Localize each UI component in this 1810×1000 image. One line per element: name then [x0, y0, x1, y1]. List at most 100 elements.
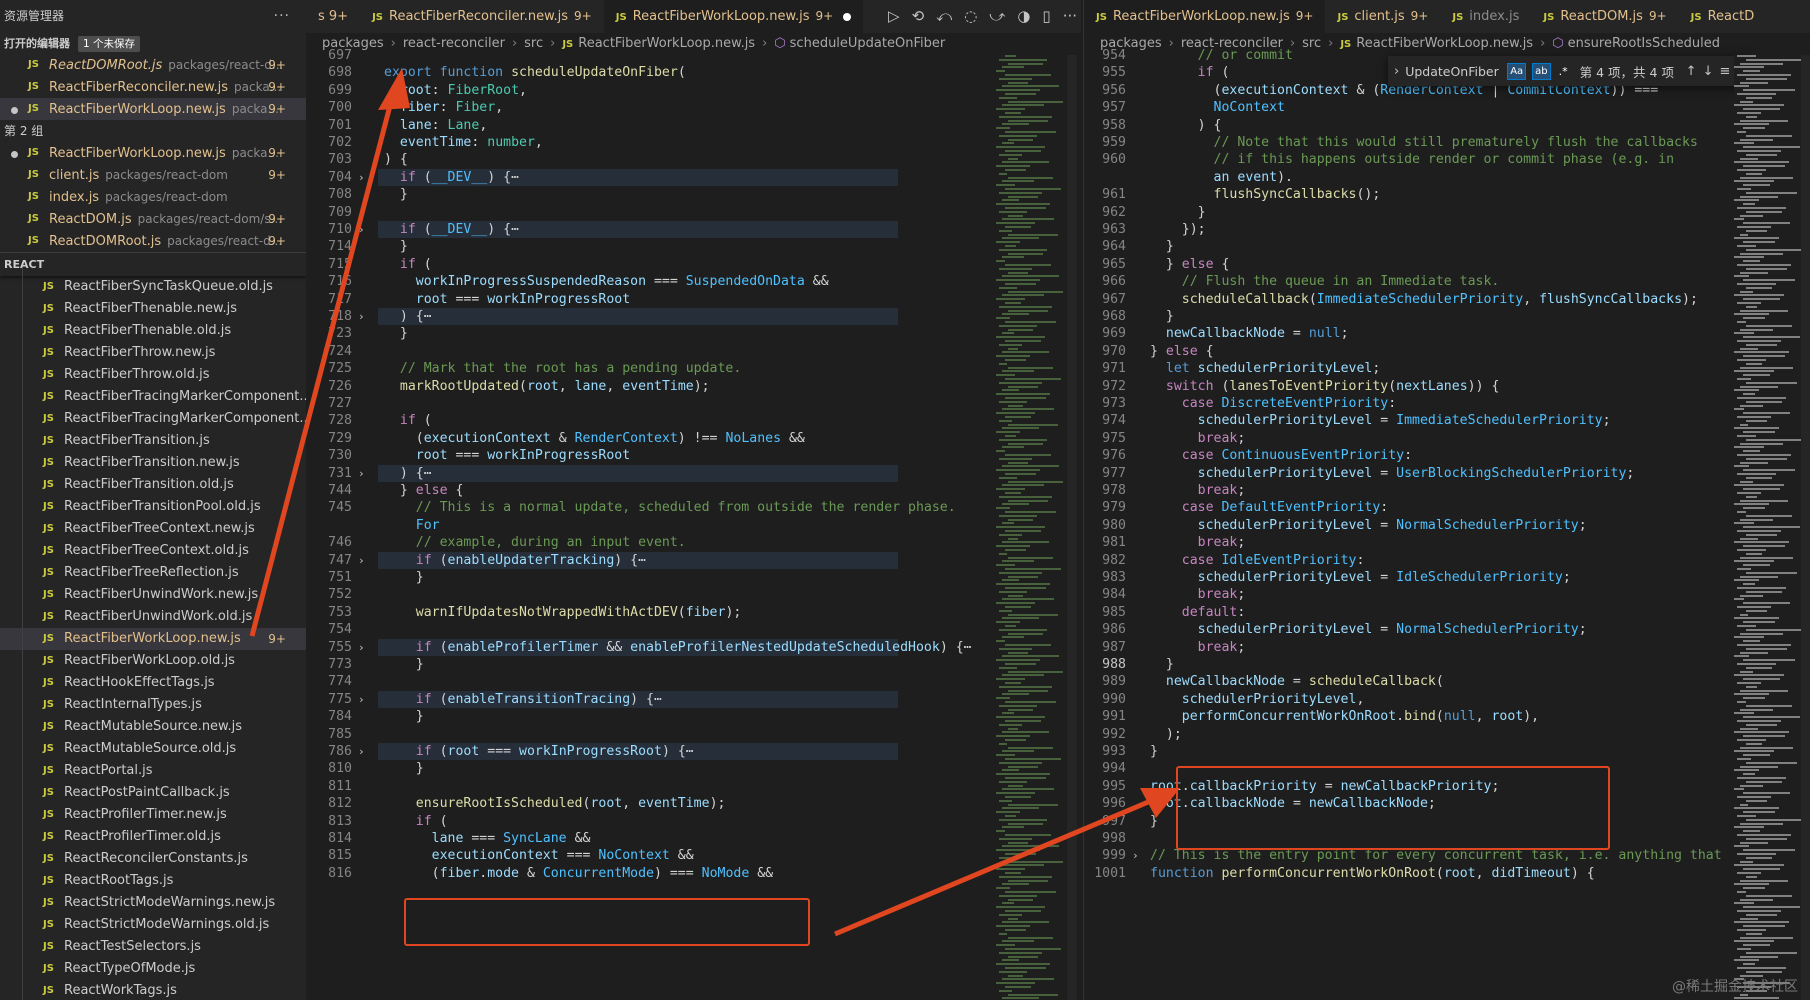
code-line[interactable]: 731 › ) {⋯: [306, 465, 1081, 482]
file-tree-item[interactable]: JS ReactProfilerTimer.old.js: [0, 826, 306, 848]
code-line[interactable]: 773 }: [306, 656, 1081, 673]
code-line[interactable]: 730 root === workInProgressRoot: [306, 447, 1081, 464]
code-line[interactable]: 969 newCallbackNode = null;: [1084, 325, 1810, 342]
code-line[interactable]: 980 schedulerPriorityLevel = NormalSched…: [1084, 517, 1810, 534]
code-line[interactable]: 991 performConcurrentWorkOnRoot.bind(nul…: [1084, 708, 1810, 725]
code-line[interactable]: 747 › if (enableUpdaterTracking) {⋯: [306, 552, 1081, 569]
file-tree-item[interactable]: JS ReactPortal.js: [0, 760, 306, 782]
open-editor-item[interactable]: JS ReactDOM.js packages/react-dom/s... 9+: [0, 208, 306, 230]
file-tree-item[interactable]: JS ReactFiberThenable.new.js: [0, 298, 306, 320]
code-line[interactable]: 985 default:: [1084, 604, 1810, 621]
code-line[interactable]: 723 }: [306, 325, 1081, 342]
file-tree-item[interactable]: JS ReactFiberSyncTaskQueue.old.js: [0, 276, 306, 298]
code-line[interactable]: 989 newCallbackNode = scheduleCallback(: [1084, 673, 1810, 690]
code-line[interactable]: 728 if (: [306, 412, 1081, 429]
open-editor-item[interactable]: JS ReactFiberWorkLoop.new.js packa... 9+: [0, 98, 306, 120]
match-case-toggle[interactable]: Aa: [1507, 62, 1527, 80]
file-tree-item[interactable]: JS ReactTestSelectors.js: [0, 936, 306, 958]
code-line[interactable]: 986 schedulerPriorityLevel = NormalSched…: [1084, 621, 1810, 638]
code-line[interactable]: 983 schedulerPriorityLevel = IdleSchedul…: [1084, 569, 1810, 586]
fold-chevron-icon[interactable]: ›: [358, 691, 365, 708]
file-tree-item[interactable]: JS ReactFiberUnwindWork.old.js: [0, 606, 306, 628]
code-line[interactable]: 981 break;: [1084, 534, 1810, 551]
whole-word-toggle[interactable]: ab: [1532, 62, 1551, 80]
code-line[interactable]: 979 case DefaultEventPriority:: [1084, 499, 1810, 516]
code-line[interactable]: 715 if (: [306, 256, 1081, 273]
editor-tab[interactable]: JS ReactFiberWorkLoop.new.js 9+: [1084, 0, 1326, 33]
code-line[interactable]: 978 break;: [1084, 482, 1810, 499]
open-editor-item[interactable]: JS ReactFiberWorkLoop.new.js packa... 9+: [0, 142, 306, 164]
left-code-area[interactable]: 697 698 export function scheduleUpdateOnFi…: [306, 48, 1081, 1000]
more-actions-icon[interactable]: ···: [1063, 0, 1077, 33]
file-tree-item[interactable]: JS ReactFiberTracingMarkerComponent....: [0, 408, 306, 430]
code-line[interactable]: 957 NoContext: [1084, 99, 1810, 116]
file-tree-item[interactable]: JS ReactFiberTransition.new.js: [0, 452, 306, 474]
code-line[interactable]: 700 fiber: Fiber,: [306, 99, 1081, 116]
open-editors-header[interactable]: 打开的编辑器 1 个未保存: [0, 33, 306, 54]
code-line[interactable]: 753 warnIfUpdatesNotWrappedWithActDEV(fi…: [306, 604, 1081, 621]
code-line[interactable]: 702 eventTime: number,: [306, 134, 1081, 151]
code-line[interactable]: 744 } else {: [306, 482, 1081, 499]
code-line[interactable]: 962 }: [1084, 204, 1810, 221]
history-icon[interactable]: ⟲: [912, 0, 925, 33]
file-tree-item[interactable]: JS ReactHookEffectTags.js: [0, 672, 306, 694]
code-line[interactable]: 984 break;: [1084, 586, 1810, 603]
fold-chevron-icon[interactable]: ›: [1132, 847, 1139, 864]
file-tree-item[interactable]: JS ReactFiberTreeContext.new.js: [0, 518, 306, 540]
code-line[interactable]: 726 markRootUpdated(root, lane, eventTim…: [306, 378, 1081, 395]
code-line[interactable]: 815 executionContext === NoContext &&: [306, 847, 1081, 864]
code-line[interactable]: 704 › if (__DEV__) {⋯: [306, 169, 1081, 186]
find-in-selection-icon[interactable]: ≡: [1719, 64, 1730, 79]
code-line[interactable]: 967 scheduleCallback(ImmediateSchedulerP…: [1084, 291, 1810, 308]
more-actions-icon[interactable]: ···: [274, 0, 290, 33]
code-line[interactable]: 718 › ) {⋯: [306, 308, 1081, 325]
find-input[interactable]: UpdateOnFiber: [1405, 64, 1501, 79]
code-line[interactable]: 810 }: [306, 760, 1081, 777]
code-line[interactable]: 812 ensureRootIsScheduled(root, eventTim…: [306, 795, 1081, 812]
toggle-icon[interactable]: ◑: [1017, 0, 1030, 33]
code-line[interactable]: 784 }: [306, 708, 1081, 725]
fold-chevron-icon[interactable]: ›: [358, 169, 365, 186]
fold-chevron-icon[interactable]: ›: [358, 552, 365, 569]
fold-chevron-icon[interactable]: ›: [358, 308, 365, 325]
code-line[interactable]: 972 switch (lanesToEventPriority(nextLan…: [1084, 378, 1810, 395]
file-tree-item[interactable]: JS ReactFiberThrow.new.js: [0, 342, 306, 364]
file-tree-item[interactable]: JS ReactFiberTransition.js: [0, 430, 306, 452]
code-line[interactable]: 964 }: [1084, 238, 1810, 255]
file-tree-item[interactable]: JS ReactStrictModeWarnings.new.js: [0, 892, 306, 914]
file-tree-item[interactable]: JS ReactProfilerTimer.new.js: [0, 804, 306, 826]
editor-tab[interactable]: JS ReactFiberWorkLoop.new.js 9+: [603, 0, 864, 33]
code-line[interactable]: 813 if (: [306, 813, 1081, 830]
file-tree-item[interactable]: JS ReactFiberWorkLoop.new.js 9+: [0, 628, 306, 650]
code-line[interactable]: 1001 function performConcurrentWorkOnRoot…: [1084, 865, 1810, 882]
code-line[interactable]: 717 root === workInProgressRoot: [306, 291, 1081, 308]
code-line[interactable]: 971 let schedulerPriorityLevel;: [1084, 360, 1810, 377]
code-line[interactable]: 709: [306, 204, 1081, 221]
code-line[interactable]: 725 // Mark that the root has a pending …: [306, 360, 1081, 377]
editor-tab[interactable]: JS ReactFiberReconciler.new.js 9+: [360, 0, 604, 33]
code-line[interactable]: 987 break;: [1084, 639, 1810, 656]
minimap[interactable]: [996, 55, 1064, 1000]
fold-chevron-icon[interactable]: ›: [358, 221, 365, 238]
file-tree-item[interactable]: JS ReactFiberTransitionPool.old.js: [0, 496, 306, 518]
fold-chevron-icon[interactable]: ›: [358, 639, 365, 656]
code-line[interactable]: 973 case DiscreteEventPriority:: [1084, 395, 1810, 412]
code-line[interactable]: 774: [306, 673, 1081, 690]
expand-replace-icon[interactable]: ›: [1394, 64, 1399, 79]
vertical-scrollbar[interactable]: [1067, 55, 1077, 1000]
open-editor-item[interactable]: JS index.js packages/react-dom: [0, 186, 306, 208]
code-line[interactable]: 697: [306, 47, 1081, 64]
code-line[interactable]: 703) {: [306, 151, 1081, 168]
file-tree-item[interactable]: JS ReactFiberThenable.old.js: [0, 320, 306, 342]
run-icon[interactable]: ▷: [888, 0, 900, 33]
code-line[interactable]: 814 lane === SyncLane &&: [306, 830, 1081, 847]
group-2-label[interactable]: 第 2 组: [0, 120, 306, 142]
code-line[interactable]: 966 // Flush the queue in an Immediate t…: [1084, 273, 1810, 290]
editor-tab[interactable]: JS client.js 9+: [1325, 0, 1440, 33]
vertical-scrollbar[interactable]: [1801, 55, 1810, 1000]
code-line[interactable]: 976 case ContinuousEventPriority:: [1084, 447, 1810, 464]
code-line[interactable]: 958 ) {: [1084, 117, 1810, 134]
code-line[interactable]: 970} else {: [1084, 343, 1810, 360]
file-tree-item[interactable]: JS ReactRootTags.js: [0, 870, 306, 892]
file-tree-item[interactable]: JS ReactInternalTypes.js: [0, 694, 306, 716]
